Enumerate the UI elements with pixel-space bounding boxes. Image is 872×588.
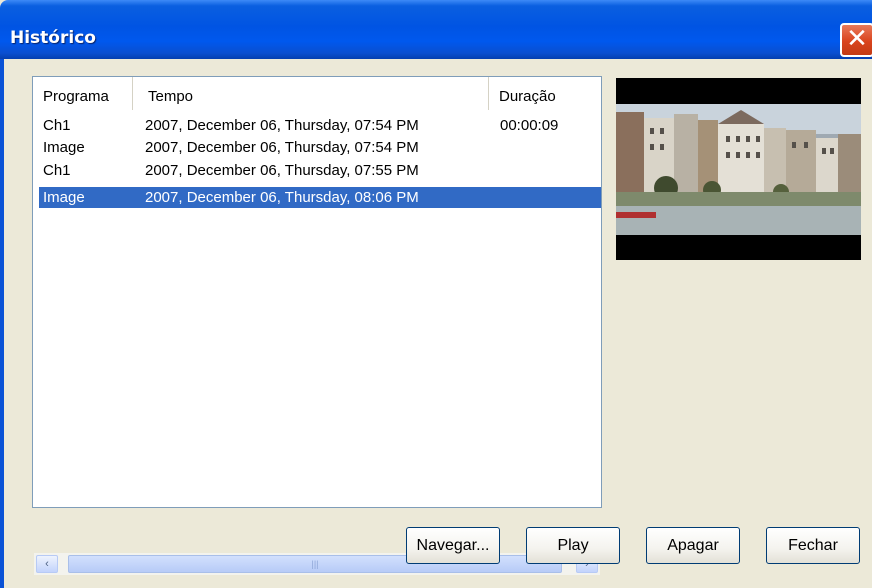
play-button[interactable]: Play xyxy=(526,527,620,564)
historico-dialog: Histórico ✕ Programa Tempo Duração Ch1 2… xyxy=(0,0,872,588)
navegar-button[interactable]: Navegar... xyxy=(406,527,500,564)
list-row[interactable]: Image 2007, December 06, Thursday, 07:54… xyxy=(39,137,601,158)
list-row[interactable]: Image 2007, December 06, Thursday, 08:06… xyxy=(39,187,601,208)
column-header-programa[interactable]: Programa xyxy=(33,77,133,110)
history-list[interactable]: Programa Tempo Duração Ch1 2007, Decembe… xyxy=(32,76,602,575)
cell-tempo: 2007, December 06, Thursday, 07:54 PM xyxy=(145,117,419,134)
window-title: Histórico xyxy=(10,28,96,48)
list-row[interactable]: Ch1 2007, December 06, Thursday, 07:55 P… xyxy=(39,160,601,181)
cell-tempo: 2007, December 06, Thursday, 08:06 PM xyxy=(145,189,419,206)
video-preview xyxy=(616,78,861,260)
cell-programa: Image xyxy=(43,139,85,156)
column-header-tempo[interactable]: Tempo xyxy=(138,77,488,110)
column-header-duracao[interactable]: Duração xyxy=(488,77,601,110)
list-header: Programa Tempo Duração xyxy=(33,77,601,110)
close-icon: ✕ xyxy=(846,24,868,54)
window-frame-left xyxy=(0,59,4,588)
cell-tempo: 2007, December 06, Thursday, 07:54 PM xyxy=(145,139,419,156)
cell-programa: Ch1 xyxy=(43,162,71,179)
cell-tempo: 2007, December 06, Thursday, 07:55 PM xyxy=(145,162,419,179)
close-button[interactable]: ✕ xyxy=(840,23,872,57)
apagar-button[interactable]: Apagar xyxy=(646,527,740,564)
cell-programa: Ch1 xyxy=(43,117,71,134)
grip-icon: ||| xyxy=(311,559,319,569)
title-bar[interactable]: Histórico ✕ xyxy=(0,0,872,59)
preview-image xyxy=(616,78,861,260)
chevron-left-icon: ‹ xyxy=(45,558,49,570)
cell-programa: Image xyxy=(43,189,85,206)
cell-duracao: 00:00:09 xyxy=(500,117,559,134)
horizontal-scrollbar[interactable]: ‹ ||| › xyxy=(34,553,600,575)
list-row[interactable]: Ch1 2007, December 06, Thursday, 07:54 P… xyxy=(39,115,601,136)
fechar-button[interactable]: Fechar xyxy=(766,527,860,564)
scroll-left-button[interactable]: ‹ xyxy=(36,555,58,573)
